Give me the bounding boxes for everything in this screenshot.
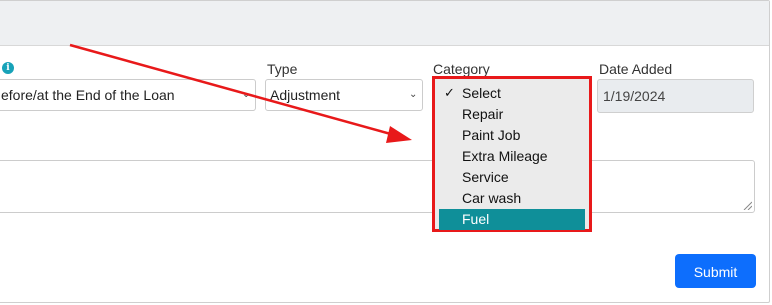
annotation-arrow: [69, 43, 412, 143]
